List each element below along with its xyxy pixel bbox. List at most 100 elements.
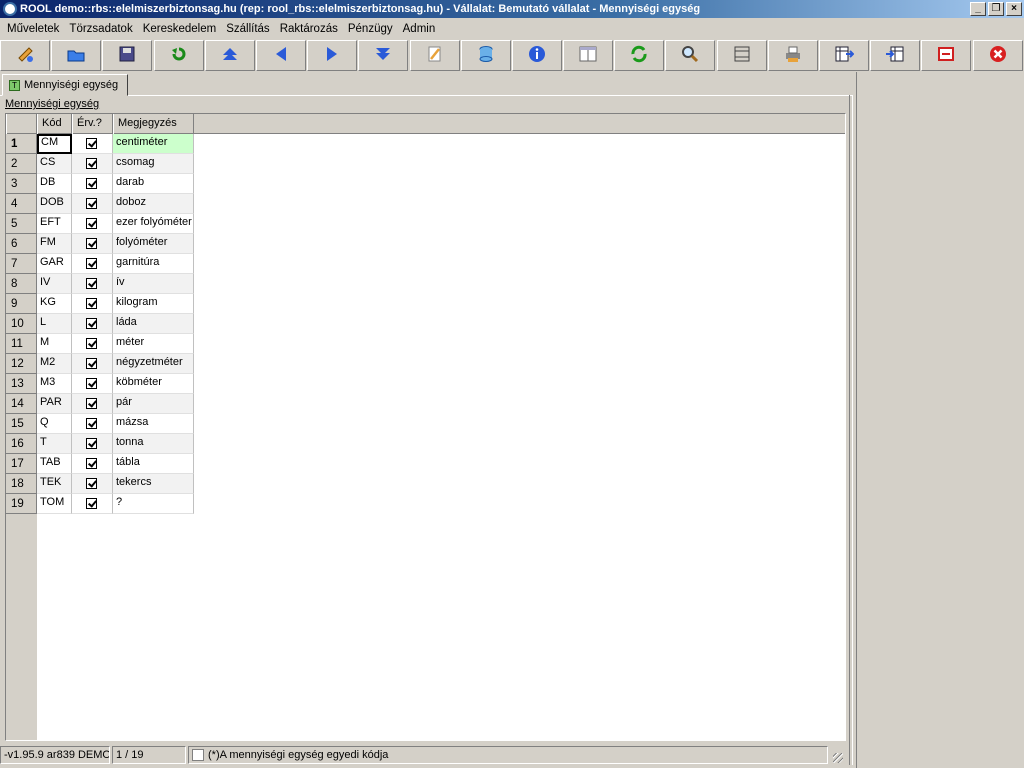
cell-note[interactable]: ? xyxy=(113,494,194,514)
cell-note[interactable]: garnitúra xyxy=(113,254,194,274)
menu-item-1[interactable]: Törzsadatok xyxy=(64,23,137,35)
table-row[interactable]: M2 négyzetméter xyxy=(37,354,194,374)
cell-note[interactable]: láda xyxy=(113,314,194,334)
toolbar-button-first-record[interactable] xyxy=(204,40,255,71)
valid-checkbox[interactable] xyxy=(86,498,97,509)
toolbar-button-next-record[interactable] xyxy=(307,40,358,71)
cell-code[interactable]: EFT xyxy=(37,214,72,234)
cell-code[interactable]: Q xyxy=(37,414,72,434)
resize-grip[interactable] xyxy=(830,746,844,764)
row-number[interactable]: 9 xyxy=(6,294,37,314)
cell-code[interactable]: IV xyxy=(37,274,72,294)
toolbar-button-layout[interactable] xyxy=(563,40,614,71)
table-row[interactable]: PAR pár xyxy=(37,394,194,414)
toolbar-button-columns[interactable] xyxy=(716,40,767,71)
cell-code[interactable]: DB xyxy=(37,174,72,194)
cell-note[interactable]: mázsa xyxy=(113,414,194,434)
menu-item-3[interactable]: Szállítás xyxy=(221,23,274,35)
row-number[interactable]: 1 xyxy=(6,134,37,154)
table-row[interactable]: KG kilogram xyxy=(37,294,194,314)
toolbar-button-prev-record[interactable] xyxy=(255,40,306,71)
maximize-button[interactable]: ❐ xyxy=(988,2,1004,16)
cell-code[interactable]: M xyxy=(37,334,72,354)
cell-code[interactable]: M3 xyxy=(37,374,72,394)
row-number[interactable]: 12 xyxy=(6,354,37,374)
row-number[interactable]: 2 xyxy=(6,154,37,174)
toolbar-button-undo[interactable] xyxy=(153,40,204,71)
toolbar-button-open[interactable] xyxy=(51,40,102,71)
valid-checkbox[interactable] xyxy=(86,258,97,269)
cell-note[interactable]: doboz xyxy=(113,194,194,214)
valid-checkbox[interactable] xyxy=(86,458,97,469)
row-number[interactable]: 17 xyxy=(6,454,37,474)
valid-checkbox[interactable] xyxy=(86,338,97,349)
cell-code[interactable]: GAR xyxy=(37,254,72,274)
table-row[interactable]: GAR garnitúra xyxy=(37,254,194,274)
table-row[interactable]: DOB doboz xyxy=(37,194,194,214)
column-header-note[interactable]: Megjegyzés xyxy=(113,114,194,134)
column-header-valid[interactable]: Érv.? xyxy=(72,114,113,134)
status-checkbox[interactable] xyxy=(192,749,204,761)
row-number[interactable]: 7 xyxy=(6,254,37,274)
valid-checkbox[interactable] xyxy=(86,318,97,329)
row-number[interactable]: 13 xyxy=(6,374,37,394)
cell-note[interactable]: folyóméter xyxy=(113,234,194,254)
column-header-code[interactable]: Kód xyxy=(37,114,72,134)
cell-note[interactable]: köbméter xyxy=(113,374,194,394)
valid-checkbox[interactable] xyxy=(86,238,97,249)
table-row[interactable]: DB darab xyxy=(37,174,194,194)
table-row[interactable]: CM centiméter xyxy=(37,134,194,154)
minimize-button[interactable]: _ xyxy=(970,2,986,16)
cell-code[interactable]: M2 xyxy=(37,354,72,374)
table-row[interactable]: M3 köbméter xyxy=(37,374,194,394)
menu-item-6[interactable]: Admin xyxy=(398,23,441,35)
toolbar-button-edit[interactable] xyxy=(409,40,460,71)
toolbar-button-search[interactable] xyxy=(665,40,716,71)
valid-checkbox[interactable] xyxy=(86,198,97,209)
cell-code[interactable]: TAB xyxy=(37,454,72,474)
toolbar-button-new[interactable] xyxy=(0,40,50,71)
cell-note[interactable]: csomag xyxy=(113,154,194,174)
table-row[interactable]: EFT ezer folyóméter xyxy=(37,214,194,234)
toolbar-button-exit[interactable] xyxy=(972,40,1023,71)
row-number[interactable]: 19 xyxy=(6,494,37,514)
cell-code[interactable]: TEK xyxy=(37,474,72,494)
valid-checkbox[interactable] xyxy=(86,278,97,289)
valid-checkbox[interactable] xyxy=(86,438,97,449)
cell-code[interactable]: FM xyxy=(37,234,72,254)
cell-code[interactable]: PAR xyxy=(37,394,72,414)
cell-note[interactable]: ív xyxy=(113,274,194,294)
toolbar-button-database[interactable] xyxy=(460,40,511,71)
row-number[interactable]: 16 xyxy=(6,434,37,454)
data-grid[interactable]: Kód Érv.? Megjegyzés 1 2 3 4 5 6 7 8 9 10 11 12 13 14… xyxy=(5,113,846,741)
row-number[interactable]: 18 xyxy=(6,474,37,494)
cell-note[interactable]: darab xyxy=(113,174,194,194)
toolbar-button-export-grid[interactable] xyxy=(819,40,869,71)
table-row[interactable]: CS csomag xyxy=(37,154,194,174)
table-row[interactable]: Ttonna xyxy=(37,434,194,454)
row-number[interactable]: 15 xyxy=(6,414,37,434)
close-button[interactable]: × xyxy=(1006,2,1022,16)
toolbar-button-fullscreen[interactable] xyxy=(921,40,972,71)
table-row[interactable]: TEK tekercs xyxy=(37,474,194,494)
toolbar-button-info[interactable] xyxy=(511,40,562,71)
table-row[interactable]: IV ív xyxy=(37,274,194,294)
toolbar-button-refresh[interactable] xyxy=(614,40,665,71)
cell-code[interactable]: KG xyxy=(37,294,72,314)
toolbar-button-import-grid[interactable] xyxy=(870,40,921,71)
valid-checkbox[interactable] xyxy=(86,358,97,369)
row-number[interactable]: 3 xyxy=(6,174,37,194)
cell-note[interactable]: tábla xyxy=(113,454,194,474)
valid-checkbox[interactable] xyxy=(86,178,97,189)
toolbar-button-print[interactable] xyxy=(767,40,818,71)
cell-code[interactable]: CS xyxy=(37,154,72,174)
row-number[interactable]: 14 xyxy=(6,394,37,414)
menu-item-5[interactable]: Pénzügy xyxy=(343,23,398,35)
cell-code[interactable]: T xyxy=(37,434,72,454)
table-row[interactable]: Qmázsa xyxy=(37,414,194,434)
cell-note[interactable]: tekercs xyxy=(113,474,194,494)
table-row[interactable]: TAB tábla xyxy=(37,454,194,474)
cell-code[interactable]: CM xyxy=(37,134,72,154)
cell-note[interactable]: pár xyxy=(113,394,194,414)
menu-item-0[interactable]: Műveletek xyxy=(2,23,64,35)
